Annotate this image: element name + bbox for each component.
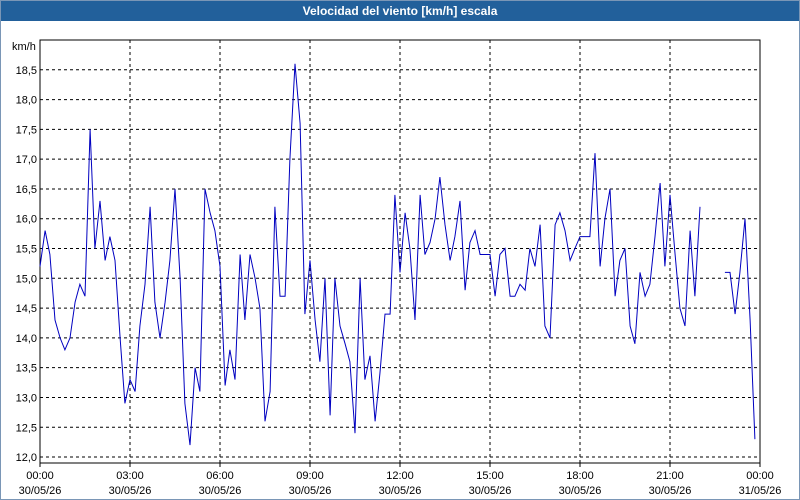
wind-speed-series-line	[724, 218, 756, 440]
x-tick-date: 31/05/26	[739, 485, 782, 497]
x-tick-time: 09:00	[296, 470, 324, 482]
x-tick-time: 03:00	[116, 470, 144, 482]
x-tick-time: 21:00	[656, 470, 684, 482]
x-tick-time: 18:00	[566, 470, 594, 482]
y-tick-label: 16,0	[16, 214, 37, 226]
y-tick-label: 17,0	[16, 154, 37, 166]
x-tick-time: 00:00	[26, 470, 54, 482]
x-tick-date: 30/05/26	[379, 485, 422, 497]
x-tick-date: 30/05/26	[109, 485, 152, 497]
y-tick-label: 14,5	[16, 303, 37, 315]
y-tick-label: 15,0	[16, 273, 37, 285]
grid-lines	[40, 40, 760, 463]
y-tick-label: 12,0	[16, 452, 37, 464]
y-tick-label: 18,5	[16, 65, 37, 77]
y-tick-label: 16,5	[16, 184, 37, 196]
x-tick-time: 00:00	[746, 470, 774, 482]
y-tick-label: 18,0	[16, 95, 37, 107]
wind-speed-series-line	[39, 63, 701, 446]
y-tick-label: 17,5	[16, 124, 37, 136]
x-tick-date: 30/05/26	[199, 485, 242, 497]
y-axis-ticks: 12,0 12,5 13,0 13,5 14,0 14,5 15,0 15,5 16,0 16,5…	[16, 65, 37, 464]
x-tick-date: 30/05/26	[559, 485, 602, 497]
y-axis-unit-label: km/h	[12, 41, 36, 53]
y-tick-label: 12,5	[16, 422, 37, 434]
x-tick-date: 30/05/26	[469, 485, 512, 497]
y-tick-label: 13,5	[16, 363, 37, 375]
x-tick-date: 30/05/26	[289, 485, 332, 497]
x-tick-time: 15:00	[476, 470, 504, 482]
x-tick-date: 30/05/26	[649, 485, 692, 497]
y-tick-label: 14,0	[16, 333, 37, 345]
wind-speed-chart: km/h 12,0 12,5 13,0 13,5 14,0 14,5 15,0 15,5 16,…	[12, 39, 782, 497]
x-tick-time: 06:00	[206, 470, 234, 482]
y-tick-label: 13,0	[16, 392, 37, 404]
y-tick-label: 15,5	[16, 244, 37, 256]
x-tick-time: 12:00	[386, 470, 414, 482]
series-group	[39, 63, 756, 446]
x-axis-ticks: 00:00 30/05/26 03:00 30/05/26 06:00 30/05/26 0…	[19, 463, 782, 497]
x-tick-date: 30/05/26	[19, 485, 62, 497]
